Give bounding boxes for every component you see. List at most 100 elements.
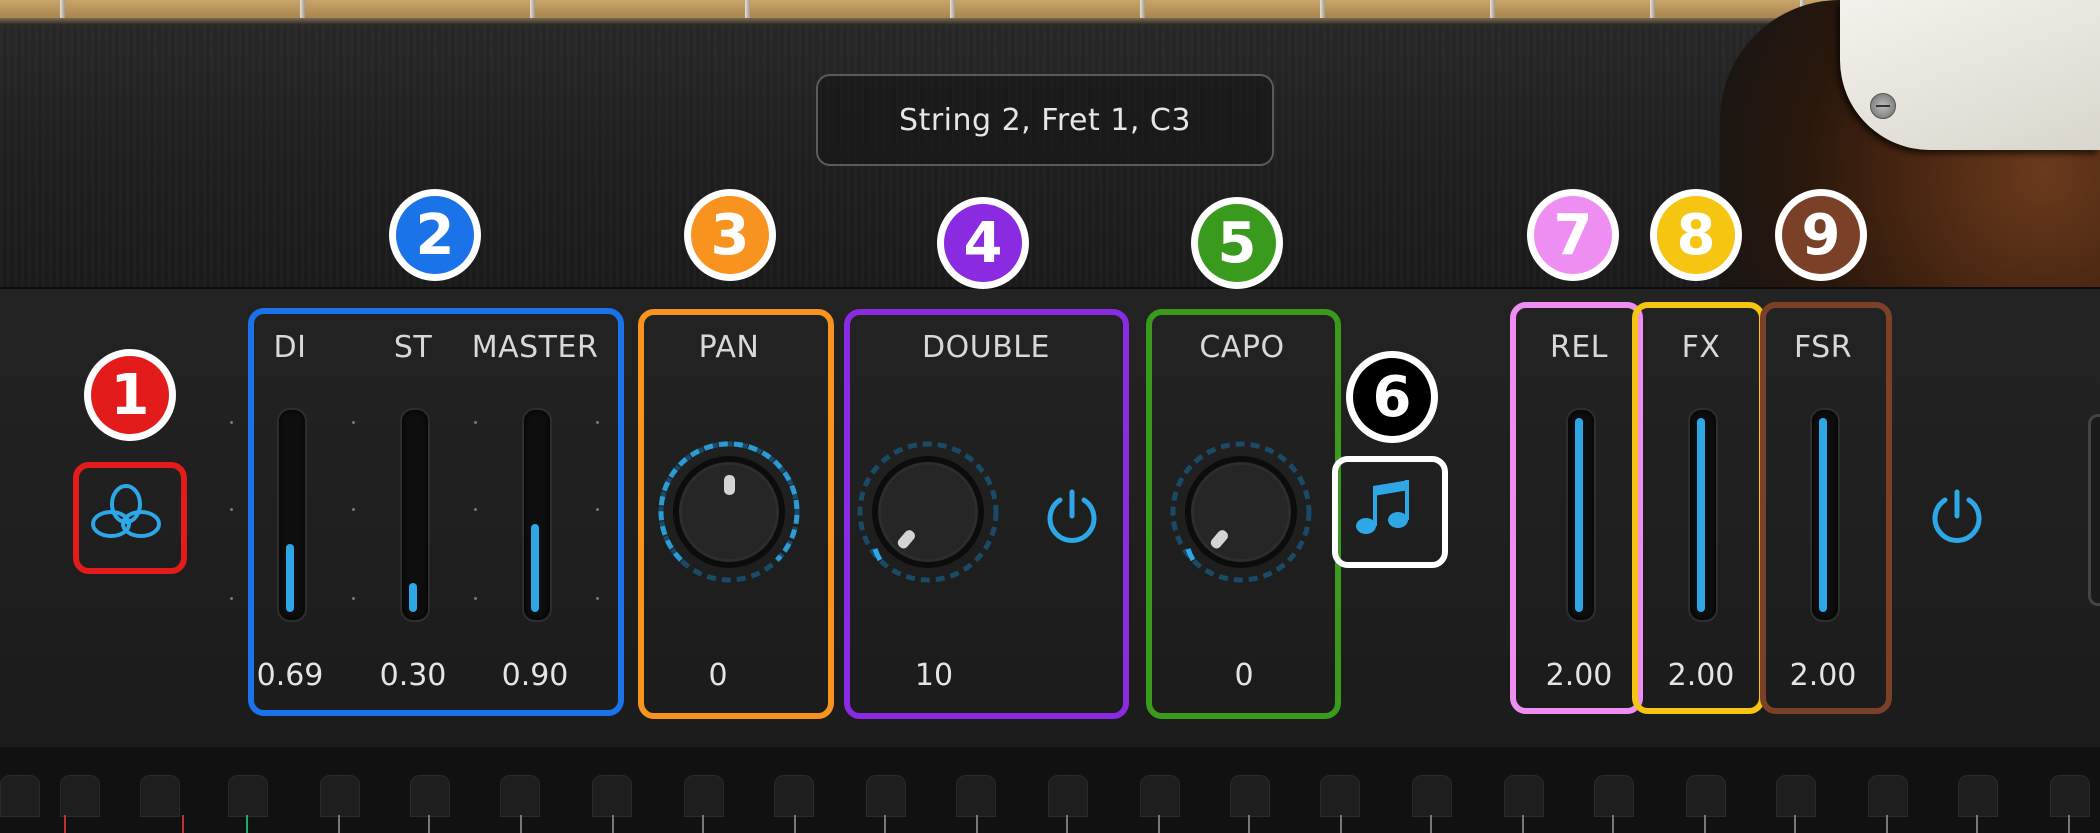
key[interactable] [1868, 775, 1908, 817]
st-value: 0.30 [379, 658, 447, 693]
key-marker [2068, 815, 2070, 833]
fsr-slider[interactable] [1810, 408, 1840, 622]
key[interactable] [1504, 775, 1544, 817]
key[interactable] [1140, 775, 1180, 817]
key[interactable] [1048, 775, 1088, 817]
key-marker [702, 815, 704, 833]
callout-badge-3: 3 [684, 189, 776, 281]
key[interactable] [1958, 775, 1998, 817]
di-slider-fill [286, 544, 294, 612]
callout-badge-8: 8 [1650, 189, 1742, 281]
callout-badge-6: 6 [1346, 351, 1438, 443]
scale-dot [352, 597, 355, 600]
pan-knob-graphic [658, 441, 800, 583]
scale-dot [596, 421, 599, 424]
key[interactable] [774, 775, 814, 817]
master-value: 0.90 [501, 658, 569, 693]
scale-dot [596, 508, 599, 511]
keyboard-strip [0, 747, 2100, 833]
key[interactable] [320, 775, 360, 817]
callout-badge-4: 4 [937, 197, 1029, 289]
st-label: ST [393, 330, 433, 365]
key-marker [1612, 815, 1614, 833]
double-power-button[interactable] [1040, 484, 1104, 548]
di-label: DI [273, 330, 307, 365]
fret-wire [950, 0, 955, 20]
key-marker [1522, 815, 1524, 833]
key[interactable] [0, 775, 40, 817]
callout-number: 8 [1657, 196, 1735, 274]
scale-dot [352, 508, 355, 511]
key-marker [520, 815, 522, 833]
di-slider[interactable] [277, 408, 307, 622]
callout-number: 9 [1782, 196, 1860, 274]
side-panel-tab[interactable] [2088, 414, 2100, 606]
di-value: 0.69 [256, 658, 324, 693]
rel-slider[interactable] [1566, 408, 1596, 622]
key[interactable] [1320, 775, 1360, 817]
key[interactable] [866, 775, 906, 817]
key-marker [976, 815, 978, 833]
key[interactable] [1230, 775, 1270, 817]
key-marker [182, 815, 184, 833]
rel-value: 2.00 [1545, 658, 1613, 693]
double-knob[interactable] [853, 437, 1003, 587]
fsr-value: 2.00 [1789, 658, 1857, 693]
fx-slider[interactable] [1688, 408, 1718, 622]
fret-wire [530, 0, 535, 20]
power-button[interactable] [1925, 484, 1989, 548]
key[interactable] [592, 775, 632, 817]
key-marker [1066, 815, 1068, 833]
fret-wire [1140, 0, 1145, 20]
key-marker [338, 815, 340, 833]
scale-dot [230, 597, 233, 600]
master-slider[interactable] [522, 408, 552, 622]
key[interactable] [684, 775, 724, 817]
fx-label: FX [1681, 330, 1721, 365]
scale-dot [474, 508, 477, 511]
double-knob-graphic [857, 441, 999, 583]
st-slider-fill [409, 583, 417, 612]
key-marker [428, 815, 430, 833]
fret-wire [60, 0, 65, 20]
key[interactable] [1776, 775, 1816, 817]
pan-knob[interactable] [654, 437, 804, 587]
capo-label: CAPO [1199, 330, 1285, 365]
double-label: DOUBLE [922, 330, 1050, 365]
callout-number: 4 [944, 204, 1022, 282]
capo-knob-graphic [1170, 441, 1312, 583]
callout-number: 3 [691, 196, 769, 274]
callout-number: 6 [1353, 358, 1431, 436]
capo-value: 0 [1234, 658, 1254, 693]
articulation-button[interactable] [1348, 472, 1422, 544]
callout-badge-5: 5 [1191, 197, 1283, 289]
key[interactable] [2050, 775, 2090, 817]
key[interactable] [228, 775, 268, 817]
key[interactable] [956, 775, 996, 817]
key[interactable] [60, 775, 100, 817]
callout-number: 1 [91, 356, 169, 434]
rel-label: REL [1549, 330, 1609, 365]
key[interactable] [500, 775, 540, 817]
power-icon [1932, 489, 1982, 543]
callout-number: 7 [1534, 196, 1612, 274]
rel-slider-fill [1575, 418, 1583, 612]
options-button[interactable] [86, 476, 166, 552]
key-marker [1340, 815, 1342, 833]
fret-wire [300, 0, 305, 20]
pan-label: PAN [698, 330, 760, 365]
key[interactable] [410, 775, 450, 817]
key[interactable] [1686, 775, 1726, 817]
callout-badge-7: 7 [1527, 189, 1619, 281]
scale-dot [230, 508, 233, 511]
note-display-text: String 2, Fret 1, C3 [899, 102, 1191, 138]
key-marker [1430, 815, 1432, 833]
key-marker [612, 815, 614, 833]
key[interactable] [140, 775, 180, 817]
key[interactable] [1412, 775, 1452, 817]
music-note-icon [1356, 480, 1409, 534]
capo-knob[interactable] [1166, 437, 1316, 587]
fsr-slider-fill [1819, 418, 1827, 612]
st-slider[interactable] [400, 408, 430, 622]
key[interactable] [1594, 775, 1634, 817]
